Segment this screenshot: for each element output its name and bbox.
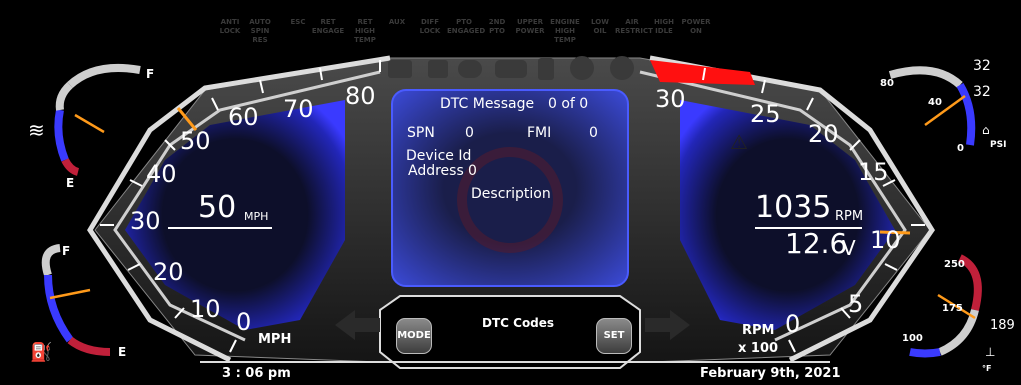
speedo-tick-80: 80: [345, 82, 376, 110]
telltale-label: RET HIGH TEMP: [354, 18, 376, 44]
thermometer-icon: ⊥: [985, 345, 996, 359]
temp-tick-100: 100: [902, 333, 923, 344]
dtc-counter: 0 of 0: [548, 96, 589, 112]
set-button[interactable]: SET: [596, 318, 632, 354]
speedo-tick-20: 20: [153, 258, 184, 286]
fuel-arc-red: [67, 336, 111, 356]
oil-readout: 32: [973, 84, 991, 100]
telltale-label: AUX: [388, 18, 406, 26]
speedo-tick-0: 0: [236, 308, 252, 336]
fuel-needle: [49, 288, 91, 300]
telltale-label: AUTO SPIN RES: [249, 18, 271, 44]
coolant-arc-top: [67, 63, 141, 89]
tach-unit-label: RPM: [742, 323, 775, 338]
dtc-title: DTC Message: [440, 96, 535, 112]
speed-readout: 50: [198, 190, 237, 225]
address-label: Address: [408, 163, 464, 179]
temp-arc-mid: [938, 308, 979, 356]
seatbelt-icon: ⚠: [730, 130, 748, 154]
voltage-unit: V: [842, 236, 856, 260]
temp-tick-250: 250: [944, 259, 965, 270]
description-label: Description: [471, 186, 551, 202]
speed-unit-label: MPH: [258, 332, 292, 347]
tach-tick-10: 10: [870, 226, 901, 254]
speedo-tick-50: 50: [180, 127, 211, 155]
telltale-label: UPPER POWER: [515, 18, 545, 35]
oil-tick-40: 40: [928, 97, 942, 108]
telltale-label: DIFF LOCK: [419, 18, 441, 35]
address-value: 0: [468, 163, 477, 179]
fuel-arc-blue: [44, 274, 74, 343]
oil-arc-blue: [956, 82, 976, 146]
temp-readout: 189: [990, 318, 1015, 333]
speedo-tick-40: 40: [146, 160, 177, 188]
fuel-arc-top: [41, 244, 61, 277]
rpm-unit: RPM: [835, 209, 864, 224]
speedo-tick-30: 30: [130, 207, 161, 235]
telltale-label: HIGH IDLE: [653, 18, 675, 35]
mode-button[interactable]: MODE: [396, 318, 432, 354]
tach-multiplier-label: x 100: [738, 341, 779, 356]
oil-tick-0: 0: [957, 143, 964, 154]
tach-tick-30: 30: [655, 85, 686, 113]
telltale-label: AIR RESTRICT: [615, 18, 653, 35]
tach-redline: [650, 60, 755, 85]
coolant-arc-blue: [54, 109, 69, 162]
telltale-label: ENGINE HIGH TEMP: [550, 18, 580, 44]
oil-unit: PSI: [990, 140, 1007, 150]
tach-tick-0: 0: [785, 310, 801, 338]
telltale-label: 2ND PTO: [488, 18, 506, 35]
oil-arc-top: [888, 66, 963, 89]
telltale-label: PTO ENGAGED: [447, 18, 486, 35]
fuel-full-label: F: [62, 244, 71, 258]
device-id-label: Device Id: [406, 148, 472, 164]
spn-label: SPN: [407, 125, 435, 141]
spn-value: 0: [465, 125, 474, 141]
speedo-tick-70: 70: [283, 95, 314, 123]
oil-tick-80: 80: [880, 78, 894, 89]
tach-tick-15: 15: [858, 158, 889, 186]
date-display: February 9th, 2021: [700, 366, 841, 381]
telltale-label: ESC: [290, 18, 306, 26]
coolant-arc-red: [61, 158, 80, 176]
rpm-readout: 1035: [755, 190, 832, 225]
coolant-full-label: F: [146, 67, 155, 81]
fuel-pump-icon: ⛽: [30, 342, 53, 363]
oil-can-icon: ⌂: [982, 123, 990, 137]
telltale-label: LOW OIL: [591, 18, 609, 35]
coolant-empty-label: E: [66, 176, 75, 190]
telltale-label: RET ENGAGE: [311, 18, 345, 35]
tach-tick-25: 25: [750, 100, 781, 128]
coolant-icon: ≋: [28, 118, 45, 142]
speedo-tick-10: 10: [190, 295, 221, 323]
temp-tick-175: 175: [942, 303, 963, 314]
fmi-label: FMI: [527, 125, 552, 141]
tach-tick-5: 5: [848, 290, 864, 318]
speedo-tick-60: 60: [228, 103, 259, 131]
screen-title: DTC Codes: [482, 316, 555, 330]
coolant-needle: [74, 113, 105, 134]
voltage-readout: 12.6: [785, 227, 848, 260]
temp-unit: °F: [982, 364, 992, 373]
oil-readout-top: 32: [973, 58, 991, 74]
fuel-empty-label: E: [118, 345, 127, 359]
tach-tick-20: 20: [808, 120, 839, 148]
fmi-value: 0: [589, 125, 598, 141]
telltale-label: ANTI LOCK: [219, 18, 241, 35]
speed-unit-small: MPH: [244, 210, 269, 223]
temp-arc-blue: [909, 348, 941, 358]
clock-time: 3 : 06 pm: [222, 366, 291, 381]
telltale-label: POWER ON: [681, 18, 711, 35]
